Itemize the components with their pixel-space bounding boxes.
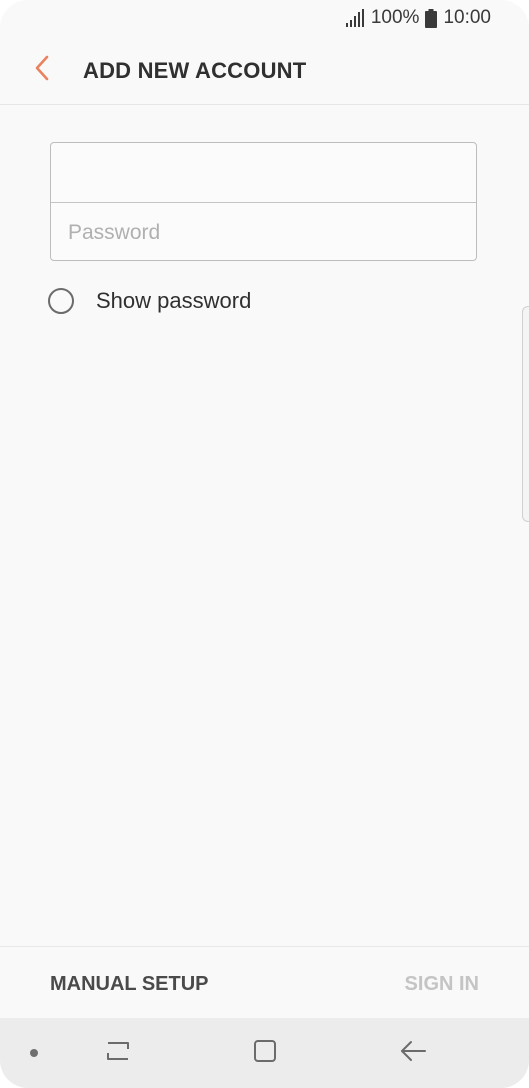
battery-icon <box>425 8 438 28</box>
show-password-radio[interactable] <box>48 288 74 314</box>
status-bar: 100% 10:00 <box>0 0 529 36</box>
manual-setup-button[interactable]: MANUAL SETUP <box>50 973 209 996</box>
chevron-left-icon <box>33 55 51 86</box>
show-password-label: Show password <box>96 288 252 313</box>
status-time: 10:00 <box>443 7 491 28</box>
nav-back-button[interactable] <box>398 1038 428 1068</box>
home-button[interactable] <box>250 1038 280 1068</box>
page-title: ADD NEW ACCOUNT <box>83 58 307 83</box>
email-input[interactable] <box>51 143 476 202</box>
recent-apps-button[interactable] <box>103 1038 133 1068</box>
nav-hide-dot-icon[interactable] <box>30 1049 38 1057</box>
signal-icon <box>345 9 365 27</box>
password-input[interactable] <box>51 203 476 262</box>
app-bar: ADD NEW ACCOUNT <box>0 36 529 105</box>
back-button[interactable] <box>26 54 58 86</box>
recent-apps-icon <box>104 1039 132 1068</box>
show-password-toggle[interactable]: Show password <box>48 288 251 314</box>
bottom-action-bar: MANUAL SETUP SIGN IN <box>0 946 529 1019</box>
back-arrow-icon <box>399 1039 427 1068</box>
battery-percent: 100% <box>370 7 420 28</box>
home-icon <box>252 1038 278 1069</box>
navigation-bar <box>0 1018 529 1088</box>
sign-in-button[interactable]: SIGN IN <box>405 973 479 996</box>
login-form <box>50 142 477 262</box>
phone-screen: 100% 10:00 ADD NEW ACCOUNT Show password <box>0 0 529 1088</box>
edge-panel-handle[interactable] <box>522 306 529 522</box>
